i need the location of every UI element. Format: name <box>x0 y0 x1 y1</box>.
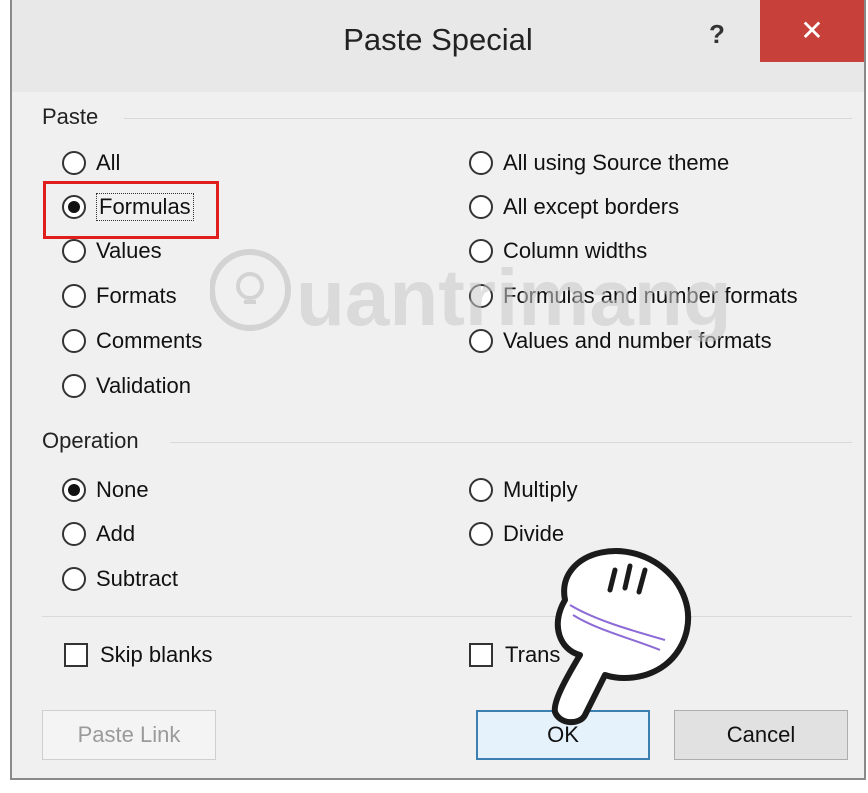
checkbox-box[interactable] <box>64 643 88 667</box>
radio-circle[interactable] <box>469 239 493 263</box>
title-bar[interactable]: Paste Special ? ✕ <box>12 0 864 92</box>
skip-blanks-checkbox[interactable]: Skip blanks <box>64 638 213 672</box>
radio-label: Values and number formats <box>503 328 772 353</box>
paste-group-label: Paste <box>42 104 99 129</box>
radio-circle[interactable] <box>469 284 493 308</box>
radio-comments[interactable]: Comments <box>62 324 202 358</box>
radio-label: Add <box>96 521 136 546</box>
radio-circle[interactable] <box>62 478 86 502</box>
checkbox-divider <box>42 616 852 617</box>
radio-label: Multiply <box>503 477 578 502</box>
radio-formats[interactable]: Formats <box>62 279 177 313</box>
cancel-button[interactable]: Cancel <box>674 710 848 760</box>
radio-circle[interactable] <box>62 522 86 546</box>
paste-link-button[interactable]: Paste Link <box>42 710 216 760</box>
radio-circle[interactable] <box>62 329 86 353</box>
radio-values-and-number-formats[interactable]: Values and number formats <box>469 324 772 358</box>
radio-circle[interactable] <box>469 151 493 175</box>
formulas-highlight-box <box>43 181 219 239</box>
radio-circle[interactable] <box>62 151 86 175</box>
close-button[interactable]: ✕ <box>760 0 864 62</box>
radio-label: Formats <box>96 283 177 308</box>
radio-column-widths[interactable]: Column widths <box>469 234 647 268</box>
paste-special-dialog: Paste Special ? ✕ Paste All Formulas Val… <box>10 0 866 780</box>
radio-values[interactable]: Values <box>62 234 162 268</box>
radio-label: Column widths <box>503 238 648 263</box>
radio-circle[interactable] <box>469 195 493 219</box>
transpose-checkbox[interactable]: Trans <box>469 638 560 672</box>
operation-group-label: Operation <box>42 428 139 453</box>
radio-label: None <box>96 477 149 502</box>
radio-circle[interactable] <box>62 374 86 398</box>
checkbox-box[interactable] <box>469 643 493 667</box>
radio-label: Comments <box>96 328 203 353</box>
help-button[interactable]: ? <box>697 14 737 54</box>
radio-label: Validation <box>96 373 191 398</box>
radio-none[interactable]: None <box>62 473 149 507</box>
ok-button[interactable]: OK <box>476 710 650 760</box>
radio-all-except-borders[interactable]: All except borders <box>469 190 679 224</box>
operation-group-divider <box>170 442 852 443</box>
radio-all[interactable]: All <box>62 146 120 180</box>
radio-circle[interactable] <box>62 284 86 308</box>
radio-divide[interactable]: Divide <box>469 517 564 551</box>
radio-circle[interactable] <box>62 567 86 591</box>
radio-label: Divide <box>503 521 565 546</box>
radio-add[interactable]: Add <box>62 517 135 551</box>
radio-label: Subtract <box>96 566 178 591</box>
radio-circle[interactable] <box>469 478 493 502</box>
radio-circle[interactable] <box>469 329 493 353</box>
radio-label: Values <box>96 238 162 263</box>
radio-formulas-and-number-formats[interactable]: Formulas and number formats <box>469 279 798 313</box>
radio-circle[interactable] <box>62 239 86 263</box>
radio-all-using-source-theme[interactable]: All using Source theme <box>469 146 729 180</box>
radio-label: All using Source theme <box>503 150 730 175</box>
checkbox-label: Skip blanks <box>100 642 213 667</box>
radio-subtract[interactable]: Subtract <box>62 562 178 596</box>
radio-multiply[interactable]: Multiply <box>469 473 578 507</box>
radio-circle[interactable] <box>469 522 493 546</box>
radio-label: Formulas and number formats <box>503 283 798 308</box>
checkbox-label: Trans <box>505 642 561 667</box>
paste-group-divider <box>124 118 852 119</box>
radio-validation[interactable]: Validation <box>62 369 191 403</box>
radio-label: All <box>96 150 121 175</box>
radio-label: All except borders <box>503 194 680 219</box>
